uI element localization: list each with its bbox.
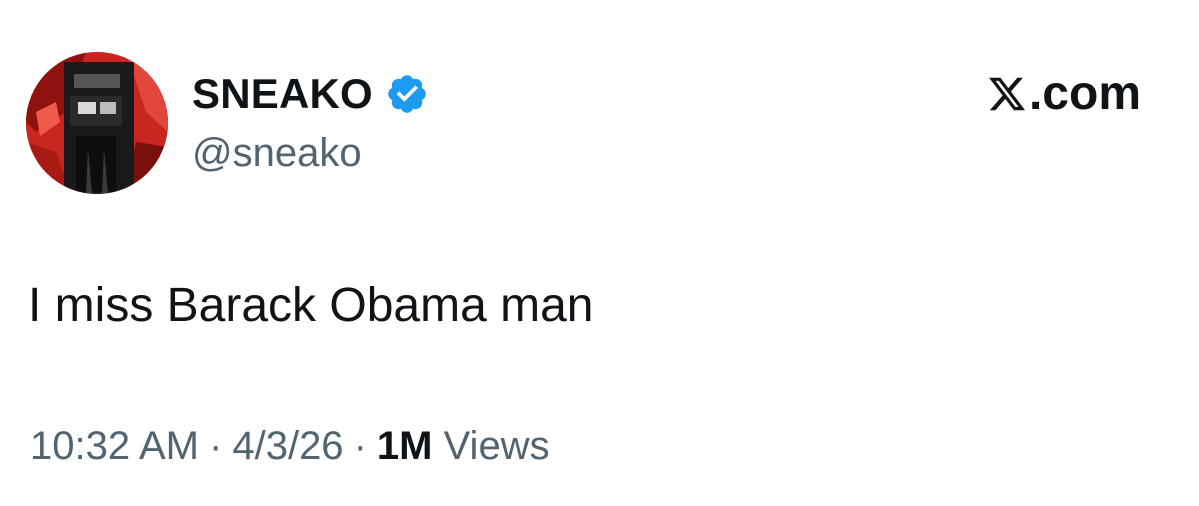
meta-separator: · [353, 424, 367, 468]
tweet-date[interactable]: 4/3/26 [232, 424, 343, 468]
tweet-time[interactable]: 10:32 AM [30, 424, 199, 468]
name-row: SNEAKO [192, 66, 429, 122]
meta-separator: · [209, 424, 223, 468]
avatar[interactable] [26, 52, 168, 194]
brand-watermark: .com [987, 62, 1141, 126]
views-count: 1M [376, 424, 433, 468]
author-handle[interactable]: @sneako [192, 126, 429, 180]
verified-badge-icon [385, 72, 429, 116]
brand-domain-text: .com [1028, 67, 1141, 120]
display-name[interactable]: SNEAKO [192, 66, 373, 122]
avatar-image [26, 52, 168, 194]
tweet-card: SNEAKO @sneako .com I miss Barack Obama … [0, 0, 1199, 506]
tweet-text: I miss Barack Obama man [28, 279, 594, 332]
views-label: Views [443, 424, 550, 468]
x-logo-icon [987, 73, 1027, 115]
tweet-meta: 10:32 AM · 4/3/26 · 1M Views [30, 418, 550, 474]
author-identity: SNEAKO @sneako [192, 66, 429, 180]
